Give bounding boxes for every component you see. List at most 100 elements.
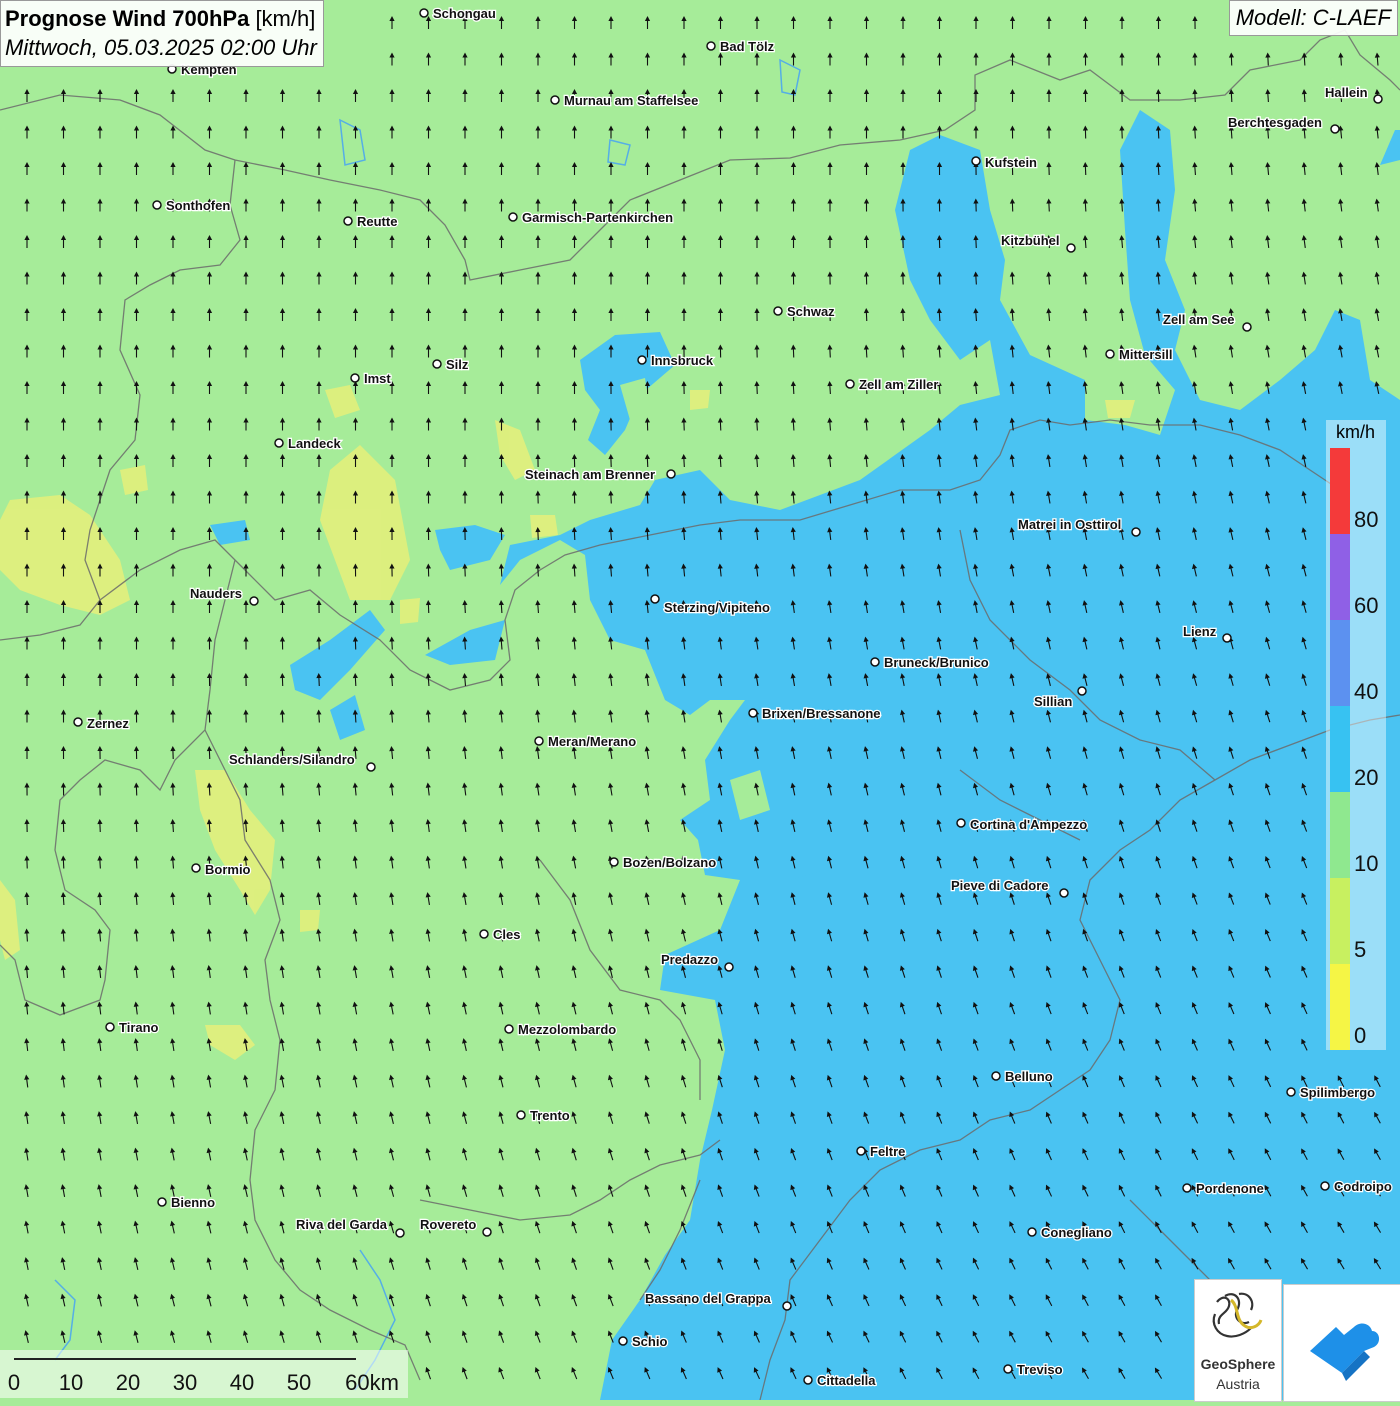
city-label: Matrei in Osttirol <box>1018 517 1121 532</box>
legend-swatch-40 <box>1330 620 1350 706</box>
city-dot-icon <box>1028 1228 1036 1236</box>
legend-ramp <box>1330 448 1350 1048</box>
city-label: Silz <box>446 357 469 372</box>
city-dot-icon <box>783 1302 791 1310</box>
city-label: Schio <box>632 1334 667 1349</box>
map-title: Prognose Wind 700hPa <box>5 6 249 31</box>
city-label: Pordenone <box>1196 1181 1264 1196</box>
city-dot-icon <box>1287 1088 1295 1096</box>
city-marker[interactable]: Murnau am Staffelsee <box>551 93 698 108</box>
city-dot-icon <box>275 439 283 447</box>
city-label: Treviso <box>1017 1362 1063 1377</box>
city-marker[interactable]: Brixen/Bressanone <box>749 706 881 721</box>
city-label: Riva del Garda <box>296 1217 388 1232</box>
city-dot-icon <box>871 658 879 666</box>
city-marker[interactable]: Cortina d'Ampezzo <box>957 817 1087 832</box>
city-label: Feltre <box>870 1144 905 1159</box>
city-dot-icon <box>1060 889 1068 897</box>
city-dot-icon <box>480 930 488 938</box>
city-marker[interactable]: Bruneck/Brunico <box>871 655 989 670</box>
color-legend: km/h 80 60 40 20 10 5 0 <box>1326 420 1386 1050</box>
city-label: Schlanders/Silandro <box>229 752 355 767</box>
legend-tick: 40 <box>1354 679 1378 705</box>
city-dot-icon <box>707 42 715 50</box>
city-label: Conegliano <box>1041 1225 1112 1240</box>
city-label: Cles <box>493 927 520 942</box>
city-label: Imst <box>364 371 391 386</box>
city-dot-icon <box>505 1025 513 1033</box>
legend-tick: 60 <box>1354 593 1378 619</box>
city-label: Berchtesgaden <box>1228 115 1322 130</box>
city-label: Schwaz <box>787 304 835 319</box>
city-dot-icon <box>857 1147 865 1155</box>
scale-label: 10 <box>59 1370 83 1396</box>
city-label: Predazzo <box>661 952 718 967</box>
legend-tick: 5 <box>1354 937 1366 963</box>
city-marker[interactable]: Meran/Merano <box>535 734 636 749</box>
city-label: Bad Tölz <box>720 39 775 54</box>
city-dot-icon <box>1106 350 1114 358</box>
weather-app-logo[interactable] <box>1283 1284 1400 1402</box>
city-marker[interactable]: Pordenone <box>1183 1181 1264 1196</box>
city-dot-icon <box>344 217 352 225</box>
city-label: Rovereto <box>420 1217 476 1232</box>
city-dot-icon <box>1321 1182 1329 1190</box>
city-dot-icon <box>1223 634 1231 642</box>
wind-map[interactable]: SchongauBad TölzKemptenMurnau am Staffel… <box>0 0 1400 1400</box>
city-label: Cittadella <box>817 1373 876 1388</box>
legend-swatch-0 <box>1330 964 1350 1050</box>
legend-swatch-5 <box>1330 878 1350 964</box>
city-dot-icon <box>846 380 854 388</box>
legend-tick: 80 <box>1354 507 1378 533</box>
scale-label: 0 <box>8 1370 20 1396</box>
scale-label: 20 <box>116 1370 140 1396</box>
city-marker[interactable]: Spilimbergo <box>1287 1085 1375 1100</box>
city-dot-icon <box>367 763 375 771</box>
city-dot-icon <box>250 597 258 605</box>
city-dot-icon <box>619 1337 627 1345</box>
city-dot-icon <box>433 360 441 368</box>
legend-swatch-80 <box>1330 448 1350 534</box>
city-marker[interactable]: Steinach am Brenner <box>525 467 675 482</box>
legend-swatch-10 <box>1330 792 1350 878</box>
city-label: Nauders <box>190 586 242 601</box>
city-label: Pieve di Cadore <box>951 878 1049 893</box>
city-dot-icon <box>517 1111 525 1119</box>
city-marker[interactable]: Mezzolombardo <box>505 1022 616 1037</box>
city-dot-icon <box>638 356 646 364</box>
legend-tick: 20 <box>1354 765 1378 791</box>
city-dot-icon <box>420 9 428 17</box>
title-box: Prognose Wind 700hPa [km/h] Mittwoch, 05… <box>0 0 324 67</box>
city-dot-icon <box>535 737 543 745</box>
city-label: Tirano <box>119 1020 159 1035</box>
model-label: Modell: C-LAEF <box>1229 0 1398 36</box>
city-label: Reutte <box>357 214 397 229</box>
city-marker[interactable]: Garmisch-Partenkirchen <box>509 210 673 225</box>
city-dot-icon <box>1004 1365 1012 1373</box>
city-label: Codroipo <box>1334 1179 1392 1194</box>
city-marker[interactable]: Bozen/Bolzano <box>610 855 716 870</box>
scale-label: 30 <box>173 1370 197 1396</box>
cloud-arrow-icon <box>1284 1285 1400 1401</box>
city-label: Sterzing/Vipiteno <box>664 600 770 615</box>
legend-swatch-60 <box>1330 534 1350 620</box>
city-dot-icon <box>667 470 675 478</box>
geosphere-emblem-icon <box>1195 1280 1281 1356</box>
city-label: Zernez <box>87 716 129 731</box>
city-dot-icon <box>153 201 161 209</box>
city-dot-icon <box>1078 687 1086 695</box>
forecast-date: Mittwoch, 05.03.2025 02:00 Uhr <box>5 33 317 62</box>
city-label: Kitzbühel <box>1001 233 1060 248</box>
city-dot-icon <box>610 858 618 866</box>
city-dot-icon <box>483 1228 491 1236</box>
legend-swatch-20 <box>1330 706 1350 792</box>
city-label: Meran/Merano <box>548 734 636 749</box>
scale-label: 50 <box>287 1370 311 1396</box>
city-dot-icon <box>651 595 659 603</box>
city-label: Cortina d'Ampezzo <box>970 817 1087 832</box>
city-marker[interactable]: Conegliano <box>1028 1225 1112 1240</box>
legend-tick: 10 <box>1354 851 1378 877</box>
geosphere-logo[interactable]: GeoSphere Austria <box>1194 1279 1282 1402</box>
city-dot-icon <box>396 1229 404 1237</box>
city-marker[interactable]: Zell am Ziller <box>846 377 938 392</box>
